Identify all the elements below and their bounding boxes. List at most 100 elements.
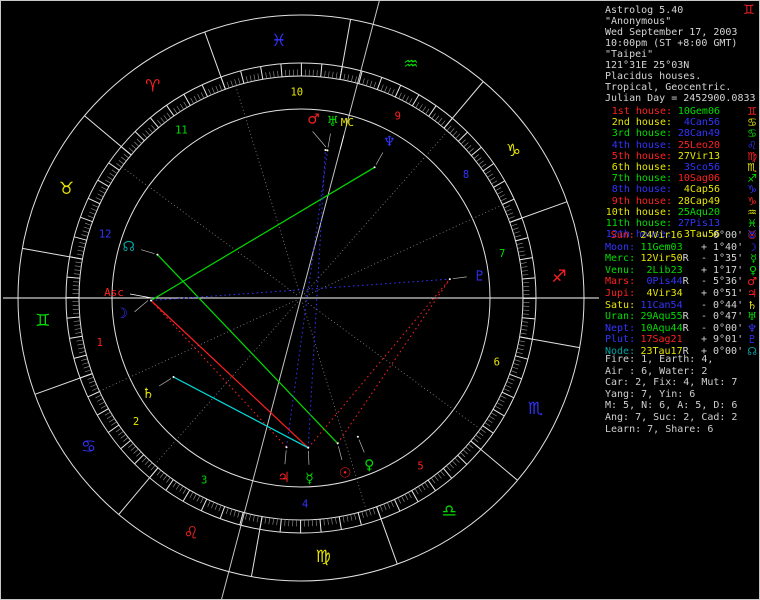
planet-row: Jupi: 4Vir34 + 0°51' ♃ [605,288,757,300]
house-row: 2nd house: 4Can56 ♋ [605,117,757,128]
house-cusp-value: 27Pis13 [677,217,720,229]
house-row: 4th house: 25Leo20 ♌ [605,139,757,151]
house-sign-icon: ♑ [747,183,757,197]
chart-wheel: ♈♉♊♋♌♍♎♏♐♑♒♓123456789101112☉☽☿♀♂♃♄♅♆♇☊MC… [3,1,599,599]
house-label: 11th house: [605,217,672,229]
house-row: 7th house: 10Sag06 ♐ [605,173,757,184]
house-number: 12 [99,229,112,241]
planet-velocity: + 0°51' [700,287,744,299]
house-cusp-value: 10Gem06 [677,106,720,117]
planet-icon: ☊ [747,344,757,358]
sign-cancer-icon: ♋ [81,437,96,457]
planet-label: Nept: [605,322,636,334]
house-cusp-value: 28Cap49 [677,195,720,207]
planet-velocity: - 0°47' [700,311,744,323]
element-stats: Fire: 1, Earth: 4, Air : 6, Water: 2 Car… [605,354,737,435]
wheel-mercury-icon: ☿ [305,471,314,487]
stat-line-mnad: M: 5, N: 6, A: 5, D: 6 [605,400,738,412]
wheel-venus-icon: ♀ [364,458,374,474]
astrolog-window: ♈ ♉ ♊ ♋ ♌ ♍ ♎ ♏ ♐ ♑ ♒ ♓ 1 2 3 4 5 6 7 8 9 10 11 12 ☉ ☽ ☿ ♀ ♂ ♃ ♄ ♅ ♆ ♇ ☊ MC… [0,0,760,600]
house-row: 1st house: 10Gem06 ♊ [605,106,757,117]
house-number: 4 [302,499,308,511]
chart-time: 10:00pm (ST +8:00 GMT) [605,38,738,49]
house-number: 5 [417,460,423,472]
retrograde-flag: R [682,311,689,323]
planet-row: Venu: 2Lib23 + 1°17' ♀ [605,265,757,277]
house-row: 8th house: 4Cap56 ♑ [605,184,757,195]
planet-row: Plut: 17Sag21 + 9°01' ♇ [605,334,757,346]
planet-row: Mars: 0Pis44 R - 5°36' ♂ [605,276,757,288]
chart-coords: 121°31E 25°03N [605,60,690,71]
wheel-sun-icon: ☉ [339,466,352,482]
retrograde-flag [683,300,690,312]
retrograde-flag [683,265,690,277]
house-number: 3 [201,474,207,486]
planet-velocity: - 0°00' [700,322,744,334]
chart-name: "Anonymous" [605,16,672,27]
julian-day: Julian Day = 2452900.0833 [605,93,756,104]
house-label: 8th house: [611,184,672,196]
planet-label: Moon: [605,241,636,253]
chart-date: Wed September 17, 2003 [605,27,738,38]
house-number: 9 [395,111,401,123]
house-label: 2nd house: [611,117,672,129]
house-number: 1 [97,337,103,349]
planet-row: Satu: 11Can54- 0°44' ♄ [605,299,757,312]
stat-line-elements-2: Air : 6, Water: 2 [605,365,708,377]
house-number: 2 [133,416,139,428]
planet-label: Jupi: [605,287,636,299]
app-title: Astrolog 5.40 [605,5,684,16]
sign-virgo-icon: ♍ [315,547,330,567]
house-cusp-value: 10Sag06 [677,173,720,185]
planet-label: Plut: [605,334,636,346]
retrograde-flag [682,230,689,242]
house-sign-icon: ♑ [747,194,757,208]
stat-line-learn-share: Learn: 7, Share: 6 [605,423,714,435]
sign-capricorn-icon: ♑ [506,141,521,161]
planet-row: Nept: 10Aqu44 R - 0°00' ♆ [605,323,757,335]
sign-taurus-icon: ♉ [59,179,74,199]
house-label: 4th house: [611,139,672,151]
retrograde-flag [683,334,690,346]
planet-label: Uran: [605,311,636,323]
planet-row: Sun: 24Vir16 - 0°00' ☉ [605,230,757,242]
house-label: 3rd house: [611,128,672,140]
planet-position-value: 12Vir50 [640,253,683,265]
stat-line-yang-yin: Yang: 7, Yin: 6 [605,388,696,400]
wheel-moon-icon: ☽ [115,306,128,322]
planet-label: Satu: [605,299,636,311]
stat-line-elements-1: Fire: 1, Earth: 4, [605,354,714,365]
planet-velocity: - 0°44' [700,299,744,311]
house-row: 6th house: 3Sco56 ♏ [605,162,757,173]
house-cusp-value: 28Can49 [677,128,720,140]
planet-position-value: 4Vir34 [646,287,683,299]
sign-gemini-icon: ♊ [35,311,50,331]
house-system: Placidus houses. [605,71,702,82]
house-row: 5th house: 27Vir13 ♍ [605,151,757,162]
wheel-saturn-icon: ♄ [142,386,155,402]
house-number: 11 [175,125,188,137]
wheel-mars-icon: ♂ [307,111,320,127]
house-label: 9th house: [611,195,672,207]
chart-city: "Taipei" [605,49,654,60]
mc-label: MC [341,116,354,129]
planet-velocity: + 9°01' [700,334,744,346]
planet-label: Merc: [605,253,636,265]
retrograde-flag [683,242,690,254]
planet-position-value: 17Sag21 [640,334,683,346]
planet-velocity: - 5°36' [700,276,744,288]
planet-position-value: 0Pis44 [646,276,683,288]
sign-pisces-icon: ♓ [271,31,286,51]
house-label: 1st house: [611,106,672,117]
planet-position-value: 29Aqu55 [640,311,683,323]
house-number: 7 [499,248,505,260]
house-row: 11th house: 27Pis13 ♓ [605,218,757,229]
retrograde-flag: R [682,253,689,265]
wheel-neptune-icon: ♆ [383,134,396,150]
house-number: 8 [463,169,469,181]
planet-label: Sun: [610,230,635,241]
planet-velocity: - 0°00' [700,230,744,241]
house-sign-icon: ♋ [747,127,757,141]
house-cusp-value: 27Vir13 [677,150,720,162]
house-number: 6 [494,356,500,368]
